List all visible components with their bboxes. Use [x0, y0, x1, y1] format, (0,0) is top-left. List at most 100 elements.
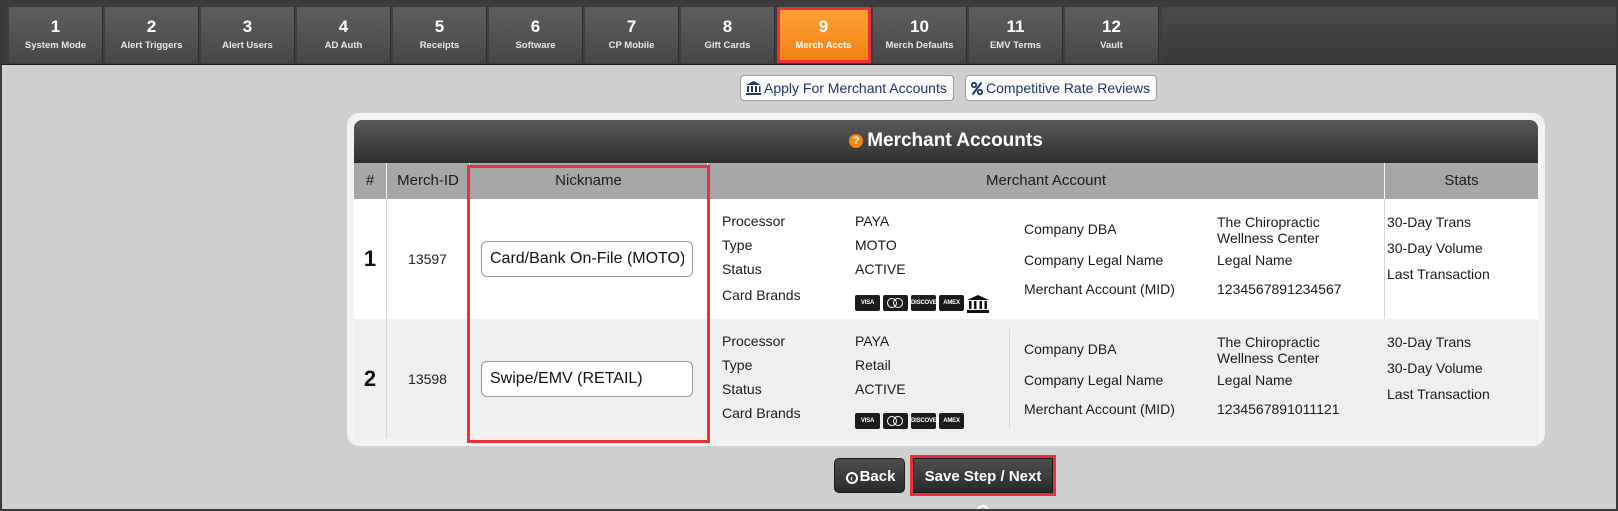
card-brands-line: Card Brands VISA DISCOVER AMEX [722, 283, 989, 313]
panel-title: ? Merchant Accounts [354, 120, 1538, 163]
step-tab-8[interactable]: 8 Gift Cards [681, 7, 775, 63]
mastercard-icon [883, 295, 908, 311]
type-line: Type Retail [722, 353, 891, 377]
amex-icon: AMEX [939, 413, 964, 429]
nickname-cell [469, 199, 707, 319]
status-value: ACTIVE [855, 381, 906, 397]
company-dba-value: The Chiropractic Wellness Center [1217, 214, 1320, 246]
table-row: 1 13597 Processor PAYA Type MOTO Status ACT… [354, 199, 1538, 319]
step-tab-2[interactable]: 2 Alert Triggers [105, 7, 199, 63]
save-next-label: Save Step / Next [924, 468, 1042, 485]
processor-line: Processor PAYA [722, 329, 889, 353]
bank-icon [746, 81, 761, 95]
processor-value: PAYA [855, 213, 890, 229]
step-tab-1[interactable]: 1 System Mode [9, 7, 103, 63]
processor-line: Processor PAYA [722, 209, 889, 233]
mid-label: Merchant Account (MID) [1024, 401, 1175, 417]
save-next-button[interactable]: Save Step / Next › [910, 455, 1056, 509]
last-transaction-label: Last Transaction [1387, 386, 1490, 402]
col-header-merch-id: Merch-ID [386, 163, 469, 199]
card-brand-icons: VISA DISCOVER AMEX [855, 413, 964, 429]
step-tabs: 1 System Mode 2 Alert Triggers 3 Alert U… [2, 2, 1616, 65]
company-dba-label: Company DBA [1024, 221, 1117, 237]
col-header-nickname: Nickname [469, 163, 707, 199]
apply-link-label: Apply For Merchant Accounts [764, 80, 947, 96]
merch-id-value: 13598 [408, 371, 447, 387]
step-label: CP Mobile [608, 40, 655, 51]
discover-icon: DISCOVER [911, 413, 941, 429]
step-label: System Mode [24, 40, 87, 51]
rates-link-label: Competitive Rate Reviews [986, 80, 1151, 96]
back-button-label: Back [859, 468, 896, 485]
visa-icon: VISA [855, 413, 880, 429]
processor-label: Processor [722, 213, 786, 229]
step-label: Merch Accts [795, 40, 852, 51]
status-label: Status [722, 381, 762, 397]
col-header-merchant-account: Merchant Account [707, 163, 1384, 199]
step-tab-4[interactable]: 4 AD Auth [297, 7, 391, 63]
step-tab-7[interactable]: 7 CP Mobile [585, 7, 679, 63]
bank-icon [967, 295, 989, 313]
visa-icon: VISA [855, 295, 880, 311]
step-label: Vault [1100, 40, 1123, 51]
step-number: 10 [910, 17, 929, 36]
step-bar-filler [1162, 7, 1616, 63]
card-brands-line: Card Brands VISA DISCOVER AMEX [722, 401, 964, 429]
discover-icon: DISCOVER [911, 295, 941, 311]
status-value: ACTIVE [855, 261, 906, 277]
step-number: 12 [1102, 17, 1121, 36]
company-dba-label: Company DBA [1024, 341, 1117, 357]
card-brand-icons: VISA DISCOVER AMEX [855, 295, 989, 313]
nickname-input[interactable] [481, 241, 693, 277]
amex-icon: AMEX [939, 295, 964, 311]
step-number: 1 [50, 17, 61, 36]
step-number: 4 [338, 17, 349, 36]
column-divider [707, 199, 708, 319]
card-brands-label: Card Brands [722, 287, 801, 303]
question-circle-icon[interactable]: ? [849, 134, 864, 148]
panel-title-text: Merchant Accounts [867, 130, 1043, 151]
step-tab-6[interactable]: 6 Software [489, 7, 583, 63]
column-divider [1384, 199, 1385, 319]
step-tab-5[interactable]: 5 Receipts [393, 7, 487, 63]
step-number: 9 [818, 17, 829, 36]
trans-30-label: 30-Day Trans [1387, 214, 1472, 230]
apply-merchant-accounts-link[interactable]: Apply For Merchant Accounts [740, 75, 954, 101]
status-label: Status [722, 261, 762, 277]
step-tab-12[interactable]: 12 Vault [1065, 7, 1159, 63]
step-label: Receipts [419, 40, 460, 51]
step-number: 7 [626, 17, 637, 36]
trans-30-label: 30-Day Trans [1387, 334, 1472, 350]
step-tab-11[interactable]: 11 EMV Terms [969, 7, 1063, 63]
arrow-left-circle-icon: ‹ [845, 472, 858, 484]
arrow-right-circle-icon: › [977, 505, 989, 509]
step-tab-10[interactable]: 10 Merch Defaults [873, 7, 967, 63]
step-number: 5 [434, 17, 445, 36]
mid-value: 1234567891234567 [1217, 281, 1342, 297]
mid-label: Merchant Account (MID) [1024, 281, 1175, 297]
col-header-stats: Stats [1384, 163, 1538, 199]
volume-30-label: 30-Day Volume [1387, 360, 1483, 376]
col-header-num: # [354, 163, 386, 199]
back-button[interactable]: ‹ Back [834, 458, 905, 493]
type-value: MOTO [855, 237, 897, 253]
step-tab-9[interactable]: 9 Merch Accts [777, 7, 871, 63]
step-number: 2 [146, 17, 157, 36]
competitive-rate-reviews-link[interactable]: Competitive Rate Reviews [965, 75, 1158, 101]
company-legal-name-label: Company Legal Name [1024, 372, 1164, 388]
step-label: Merch Defaults [885, 40, 954, 51]
type-line: Type MOTO [722, 233, 897, 257]
percent-icon [970, 81, 984, 96]
type-value: Retail [855, 357, 891, 373]
mid-value: 1234567891011121 [1217, 401, 1340, 417]
mastercard-icon [883, 413, 908, 429]
step-label: AD Auth [324, 40, 363, 51]
company-legal-name-value: Legal Name [1217, 252, 1293, 268]
step-tab-3[interactable]: 3 Alert Users [201, 7, 295, 63]
company-legal-name-value: Legal Name [1217, 372, 1293, 388]
nickname-input[interactable] [481, 361, 693, 397]
card-brands-label: Card Brands [722, 405, 801, 421]
company-dba-value: The Chiropractic Wellness Center [1217, 334, 1320, 366]
status-line: Status ACTIVE [722, 377, 906, 401]
processor-value: PAYA [855, 333, 890, 349]
